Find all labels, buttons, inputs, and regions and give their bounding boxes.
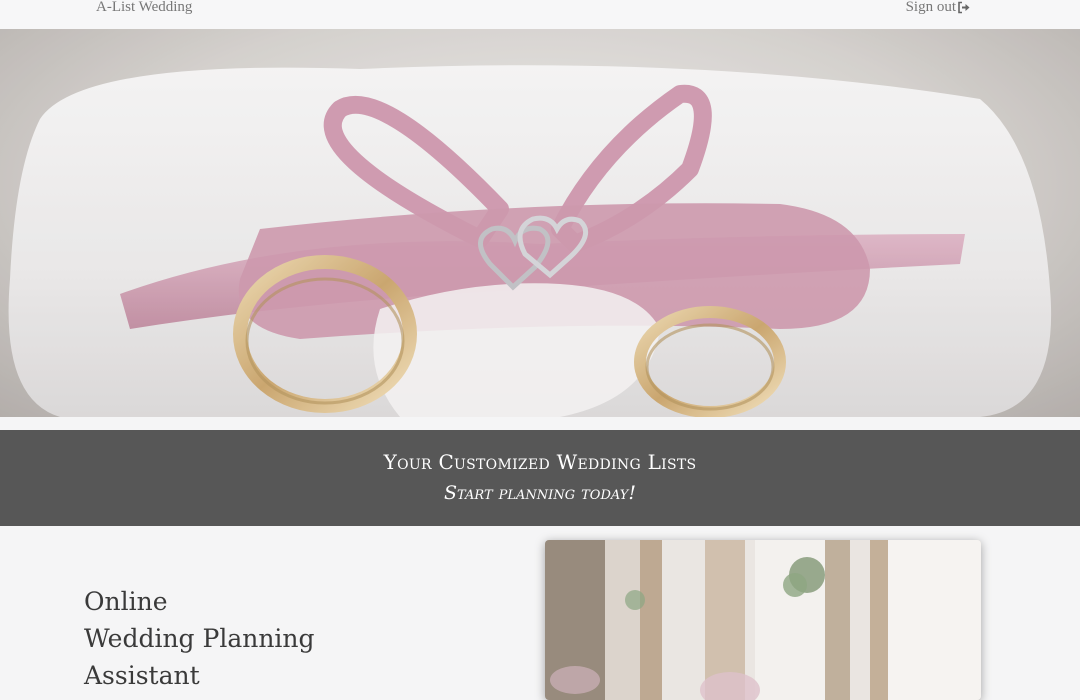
- banner-title: Your Customized Wedding Lists: [383, 450, 697, 474]
- hero-image: [0, 29, 1080, 417]
- intro-line-2: Wedding Planning: [84, 624, 315, 653]
- banner-subtitle: Start planning today!: [444, 482, 636, 504]
- sign-out-icon: [958, 1, 970, 13]
- signout-link[interactable]: Sign out: [906, 0, 971, 16]
- banner: Your Customized Wedding Lists Start plan…: [0, 430, 1080, 526]
- wedding-venue-image: [545, 540, 981, 700]
- venue-photo-card: [545, 540, 981, 700]
- brand-link[interactable]: A-List Wedding: [96, 0, 192, 16]
- wedding-rings-ribbon-image: [0, 29, 1080, 417]
- intro-line-3: Assistant: [84, 661, 200, 690]
- navbar: A-List Wedding Sign out: [0, 0, 1080, 29]
- intro-heading: Online Wedding Planning Assistant: [84, 583, 315, 694]
- intro-line-1: Online: [84, 587, 168, 616]
- signout-label: Sign out: [905, 0, 956, 15]
